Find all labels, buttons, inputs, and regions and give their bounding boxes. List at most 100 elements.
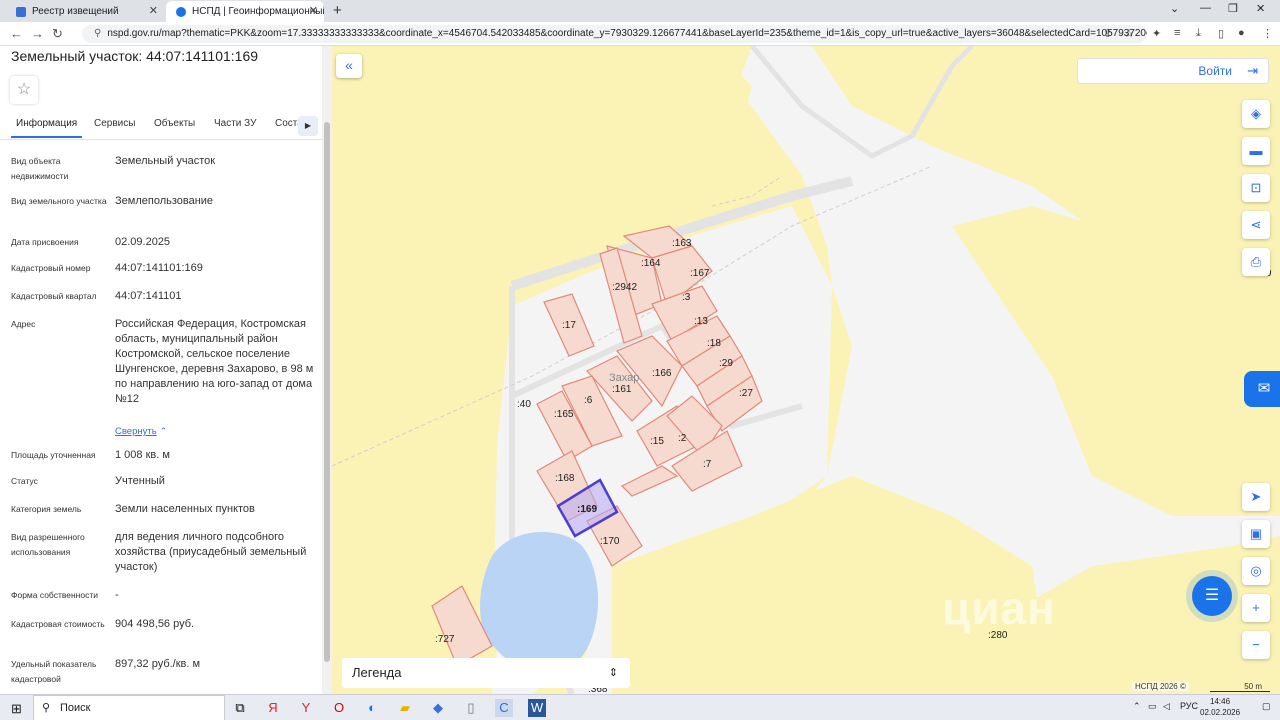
parcel-label[interactable]: :40 [517,399,531,410]
word-icon[interactable]: W [528,699,546,717]
zoom-out-icon[interactable]: − [1242,631,1270,659]
app-widget-icon[interactable]: ✉ [1244,371,1280,407]
app-icon[interactable]: ◆ [429,699,447,717]
kebab-menu-icon[interactable]: ⋮ [1262,27,1273,40]
parcel-label[interactable]: :15 [650,436,664,447]
share-icon[interactable]: ⋖ [1242,211,1270,239]
field-value: для ведения личного подсобного хозяйства… [115,531,307,573]
extensions-icon[interactable]: ✦ [1152,27,1161,40]
taskbar-search[interactable]: ⚲ Поиск [33,695,225,720]
share-icon[interactable]: ⇪ [1103,27,1112,40]
field-label: Статус [11,476,38,486]
new-tab-icon[interactable]: + [333,2,342,19]
bookmark-star-icon[interactable]: ☆ [1124,27,1134,40]
task-view-icon[interactable]: ⧉ [231,699,249,717]
profile-avatar-icon[interactable]: ● [1238,27,1245,39]
parcel-label[interactable]: :170 [600,536,619,547]
chevron-down-icon[interactable]: ⌄ [1170,2,1179,15]
parcel-label[interactable]: :2942 [612,282,637,293]
parcel-label[interactable]: :163 [672,238,691,249]
file-explorer-icon[interactable]: ▰ [396,699,414,717]
minimap-icon[interactable]: ▣ [1242,520,1270,548]
maximize-icon[interactable]: ❐ [1228,2,1238,15]
site-favicon-icon [176,6,186,17]
panel-scrollbar-thumb[interactable] [324,122,330,662]
language-indicator[interactable]: РУС [1180,701,1198,711]
tab-registry[interactable]: Реестр извещений ✕ [6,1,164,22]
print-icon[interactable]: ⎙ [1242,248,1270,276]
tab-services[interactable]: Сервисы [94,118,135,129]
field-label: Форма собственности [11,590,98,600]
layers-icon[interactable]: ◈ [1242,100,1270,128]
collapse-link[interactable]: Свернуть ⌃ [115,424,315,439]
parcel-label[interactable]: :166 [652,368,671,379]
map-view[interactable]: :163 :164 :167 :2942 :3 :17 :13 :18 :166… [332,46,1280,694]
url-field[interactable]: ⚲ nspd.gov.ru/map?thematic=PKK&zoom=17.33… [82,25,1147,43]
active-browser-icon[interactable]: C [495,699,513,717]
legend-dropdown[interactable]: Легенда ⇕ [342,658,630,688]
notifications-icon[interactable]: ▢ [1262,701,1271,712]
browser-icon[interactable]: ◐ [363,699,381,717]
chevron-right-icon[interactable]: ▶ [298,116,318,136]
menu-list-icon[interactable]: ≡ [1174,27,1180,39]
volume-icon[interactable]: ◁ [1163,701,1170,712]
field-label: Кадастровый квартал [11,291,97,301]
parcel-label[interactable]: :727 [435,634,454,645]
map-canvas[interactable] [332,46,1280,694]
parcel-label[interactable]: :17 [562,320,576,331]
collapse-link-text[interactable]: Свернуть [115,426,157,437]
chat-icon[interactable]: ☰ [1192,576,1232,616]
minimize-icon[interactable]: — [1200,2,1211,14]
parcel-label[interactable]: :167 [690,268,709,279]
window-close-icon[interactable]: ✕ [1256,2,1265,15]
field-value: Земельный участок [115,155,216,167]
location-pin-icon[interactable]: ◎ [1242,557,1270,585]
parcel-label[interactable]: :161 [612,384,631,395]
parcel-label[interactable]: :7 [703,459,711,470]
close-icon[interactable]: ✕ [149,4,158,17]
field-value: 44:07:141101:169 [115,262,203,274]
selected-parcel-label[interactable]: :169 [577,504,597,515]
forward-icon[interactable]: → [31,26,44,41]
parcel-label[interactable]: :13 [694,316,708,327]
back-icon[interactable]: ← [10,26,23,41]
windows-start-icon[interactable]: ⊞ [11,701,22,717]
field-label: Кадастровая стоимость [11,619,105,629]
tray-chevron-icon[interactable]: ⌃ [1133,701,1141,712]
download-icon[interactable]: ⤓ [1196,27,1201,40]
parcel-label[interactable]: :27 [739,388,753,399]
close-icon[interactable]: ✕ [309,4,318,17]
sidebar-icon[interactable]: ▯ [1218,27,1224,40]
tab-objects[interactable]: Объекты [154,118,195,129]
zoom-in-icon[interactable]: + [1242,594,1270,622]
tab-title: НСПД | Геоинформационный п [192,6,324,17]
document-icon[interactable]: ▯ [462,699,480,717]
parcel-label[interactable]: :3 [682,292,690,303]
parcel-label[interactable]: :29 [719,358,733,369]
field-value: Учтенный [115,475,165,487]
reload-icon[interactable]: ↻ [52,26,63,42]
field-label: Удельный показатель кадастровой [11,659,97,684]
chevron-up-icon[interactable]: ⌃ [160,426,168,436]
parcel-label[interactable]: :164 [641,258,660,269]
opera-icon[interactable]: O [330,699,348,717]
parcel-label[interactable]: :18 [707,338,721,349]
tab-information[interactable]: Информация [11,118,83,138]
parcel-label[interactable]: :6 [584,395,592,406]
parcel-label[interactable]: :165 [554,409,573,420]
field-value: Земли населенных пунктов [115,503,255,515]
login-button[interactable]: Войти ⇥ [1077,58,1269,84]
system-clock[interactable]: 14:46 02.02.2026 [1200,696,1240,718]
geolocation-icon[interactable]: ➤ [1242,483,1270,511]
yandex-browser-icon[interactable]: Y [297,699,315,717]
parcel-label[interactable]: :168 [555,473,574,484]
area-search-icon[interactable]: ⊡ [1242,174,1270,202]
yandex-icon[interactable]: Я [264,699,282,717]
ruler-icon[interactable]: ▬ [1242,137,1270,165]
collapse-panel-button[interactable]: « [336,54,362,78]
tab-nspd[interactable]: НСПД | Геоинформационный п ✕ [166,1,324,22]
tab-parts[interactable]: Части ЗУ [214,118,256,129]
favorite-star-icon[interactable]: ☆ [10,76,38,104]
parcel-label[interactable]: :2 [678,433,686,444]
network-icon[interactable]: ▭ [1148,701,1157,712]
